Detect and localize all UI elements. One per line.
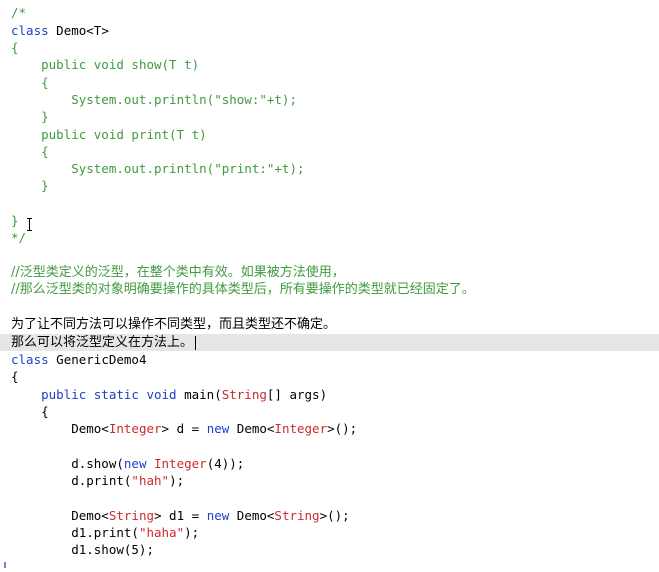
code-line: d1.show(5);: [11, 541, 154, 558]
code-line: }: [11, 212, 19, 229]
type-token: Integer: [108, 421, 162, 436]
code-line: class Demo<T>: [11, 22, 109, 39]
code-line: }: [11, 108, 49, 125]
code-text: > d1 =: [154, 508, 207, 523]
code-line: System.out.println("print:"+t);: [11, 160, 305, 177]
code-text: Demo<: [11, 421, 109, 436]
string-token: "haha": [138, 525, 185, 540]
code-text: System.out.println("show:"+t);: [11, 92, 297, 107]
code-line: public void show(T t): [11, 56, 199, 73]
code-line: class GenericDemo4: [11, 351, 146, 368]
code-text: Demo<T>: [48, 23, 109, 38]
code-line: {: [11, 39, 19, 56]
type-token: String: [221, 387, 267, 402]
type-token: Integer: [274, 421, 328, 436]
comment-text: */: [11, 230, 27, 245]
code-text: GenericDemo4: [48, 352, 147, 367]
string-token: "hah": [131, 473, 170, 488]
code-line: Demo<String> d1 = new Demo<String>();: [11, 507, 350, 524]
keyword-token: new: [206, 421, 230, 436]
keyword-token: class: [11, 23, 49, 38]
mouse-ibeam-cursor-icon: [27, 218, 32, 231]
code-text: }: [11, 178, 49, 193]
code-line: {: [11, 74, 49, 91]
code-text: (4));: [206, 456, 245, 471]
code-line: d.print("hah");: [11, 472, 184, 489]
code-text: 为了让不同方法可以操作不同类型，而且类型还不确定。: [11, 317, 337, 332]
gutter-marker: [4, 562, 6, 568]
code-text: [] args): [266, 387, 328, 402]
code-text: );: [169, 473, 185, 488]
code-text: 那么可以将泛型定义在方法上。: [11, 335, 194, 350]
code-line: {: [11, 368, 19, 385]
keyword-token: public static void: [11, 387, 177, 402]
code-line: public void print(T t): [11, 126, 207, 143]
code-text: >();: [327, 421, 358, 436]
code-text: {: [11, 40, 19, 55]
code-text: Demo<: [229, 508, 275, 523]
code-editor[interactable]: /* class Demo<T> { public void show(T t)…: [0, 0, 659, 572]
code-line: //泛型类定义的泛型，在整个类中有效。如果被方法使用，: [11, 264, 345, 281]
code-text: }: [11, 109, 49, 124]
code-text: show(T t): [123, 57, 200, 72]
comment-text: /*: [11, 5, 27, 20]
code-line: /*: [11, 4, 26, 21]
code-line: 那么可以将泛型定义在方法上。: [11, 334, 197, 351]
code-text: {: [11, 144, 49, 159]
comment-text: //泛型类定义的泛型，在整个类中有效。如果被方法使用，: [11, 265, 345, 280]
code-text: }: [11, 213, 19, 228]
code-text: {: [11, 369, 19, 384]
code-line: {: [11, 143, 49, 160]
keyword-token: new: [123, 456, 147, 471]
keyword-token: public void: [11, 127, 124, 142]
keyword-token: public void: [11, 57, 124, 72]
comment-text: //那么泛型类的对象明确要操作的具体类型后，所有要操作的类型就已经固定了。: [11, 282, 475, 297]
text-caret: [195, 335, 197, 350]
keyword-token: new: [206, 508, 230, 523]
code-text: System.out.println("print:"+t);: [11, 161, 305, 176]
code-text: d1.print(: [11, 525, 139, 540]
code-line: 为了让不同方法可以操作不同类型，而且类型还不确定。: [11, 316, 336, 333]
code-line: System.out.println("show:"+t);: [11, 91, 297, 108]
code-text: > d =: [161, 421, 207, 436]
code-line: public static void main(String[] args): [11, 386, 327, 403]
code-text: );: [184, 525, 200, 540]
code-line: }: [11, 177, 49, 194]
code-line: d.show(new Integer(4));: [11, 455, 244, 472]
code-line: d1.print("haha");: [11, 524, 199, 541]
code-text: >();: [319, 508, 350, 523]
code-text: d1.show(5);: [11, 542, 154, 557]
code-line: {: [11, 403, 49, 420]
code-text: d.show(: [11, 456, 124, 471]
code-text: Demo<: [11, 508, 109, 523]
code-line: */: [11, 229, 26, 246]
code-text: print(T t): [123, 127, 207, 142]
code-text: d.print(: [11, 473, 132, 488]
type-token: Integer: [154, 456, 207, 471]
code-text: main(: [176, 387, 222, 402]
code-text: {: [11, 75, 49, 90]
code-line: //那么泛型类的对象明确要操作的具体类型后，所有要操作的类型就已经固定了。: [11, 281, 475, 298]
type-token: String: [108, 508, 154, 523]
keyword-token: class: [11, 352, 49, 367]
code-text: Demo<: [229, 421, 275, 436]
code-line: Demo<Integer> d = new Demo<Integer>();: [11, 420, 357, 437]
type-token: String: [274, 508, 320, 523]
code-text: {: [11, 404, 49, 419]
